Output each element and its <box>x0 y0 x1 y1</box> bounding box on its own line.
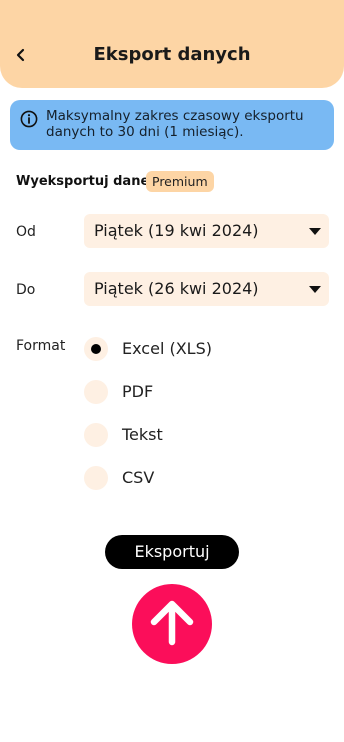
to-date-select[interactable]: Piątek (26 kwi 2024) <box>84 272 329 306</box>
info-icon <box>20 110 38 128</box>
caret-down-icon <box>309 286 321 293</box>
format-option-label: Excel (XLS) <box>122 339 212 358</box>
to-label: Do <box>16 282 36 298</box>
export-button[interactable]: Eksportuj <box>105 535 239 569</box>
from-date-select[interactable]: Piątek (19 kwi 2024) <box>84 214 329 248</box>
upload-button[interactable] <box>132 584 212 664</box>
export-section-label: Wyeksportuj dane <box>16 174 150 189</box>
to-date-value: Piątek (26 kwi 2024) <box>94 279 259 298</box>
radio-unselected <box>84 466 108 490</box>
format-option-label: Tekst <box>122 425 163 444</box>
radio-unselected <box>84 380 108 404</box>
format-option-label: CSV <box>122 468 155 487</box>
from-date-value: Piątek (19 kwi 2024) <box>94 221 259 240</box>
page-title: Eksport danych <box>93 44 251 65</box>
info-banner: Maksymalny zakres czasowy eksportu danyc… <box>10 100 334 150</box>
info-text: Maksymalny zakres czasowy eksportu danyc… <box>46 108 304 140</box>
format-option-label: PDF <box>122 382 154 401</box>
radio-unselected <box>84 423 108 447</box>
radio-dot <box>91 344 101 354</box>
from-label: Od <box>16 224 36 240</box>
radio-selected <box>84 337 108 361</box>
arrow-up-icon <box>150 600 194 646</box>
header: Eksport danych <box>0 0 344 88</box>
premium-badge: Premium <box>146 171 214 192</box>
format-label: Format <box>16 338 66 354</box>
caret-down-icon <box>309 228 321 235</box>
